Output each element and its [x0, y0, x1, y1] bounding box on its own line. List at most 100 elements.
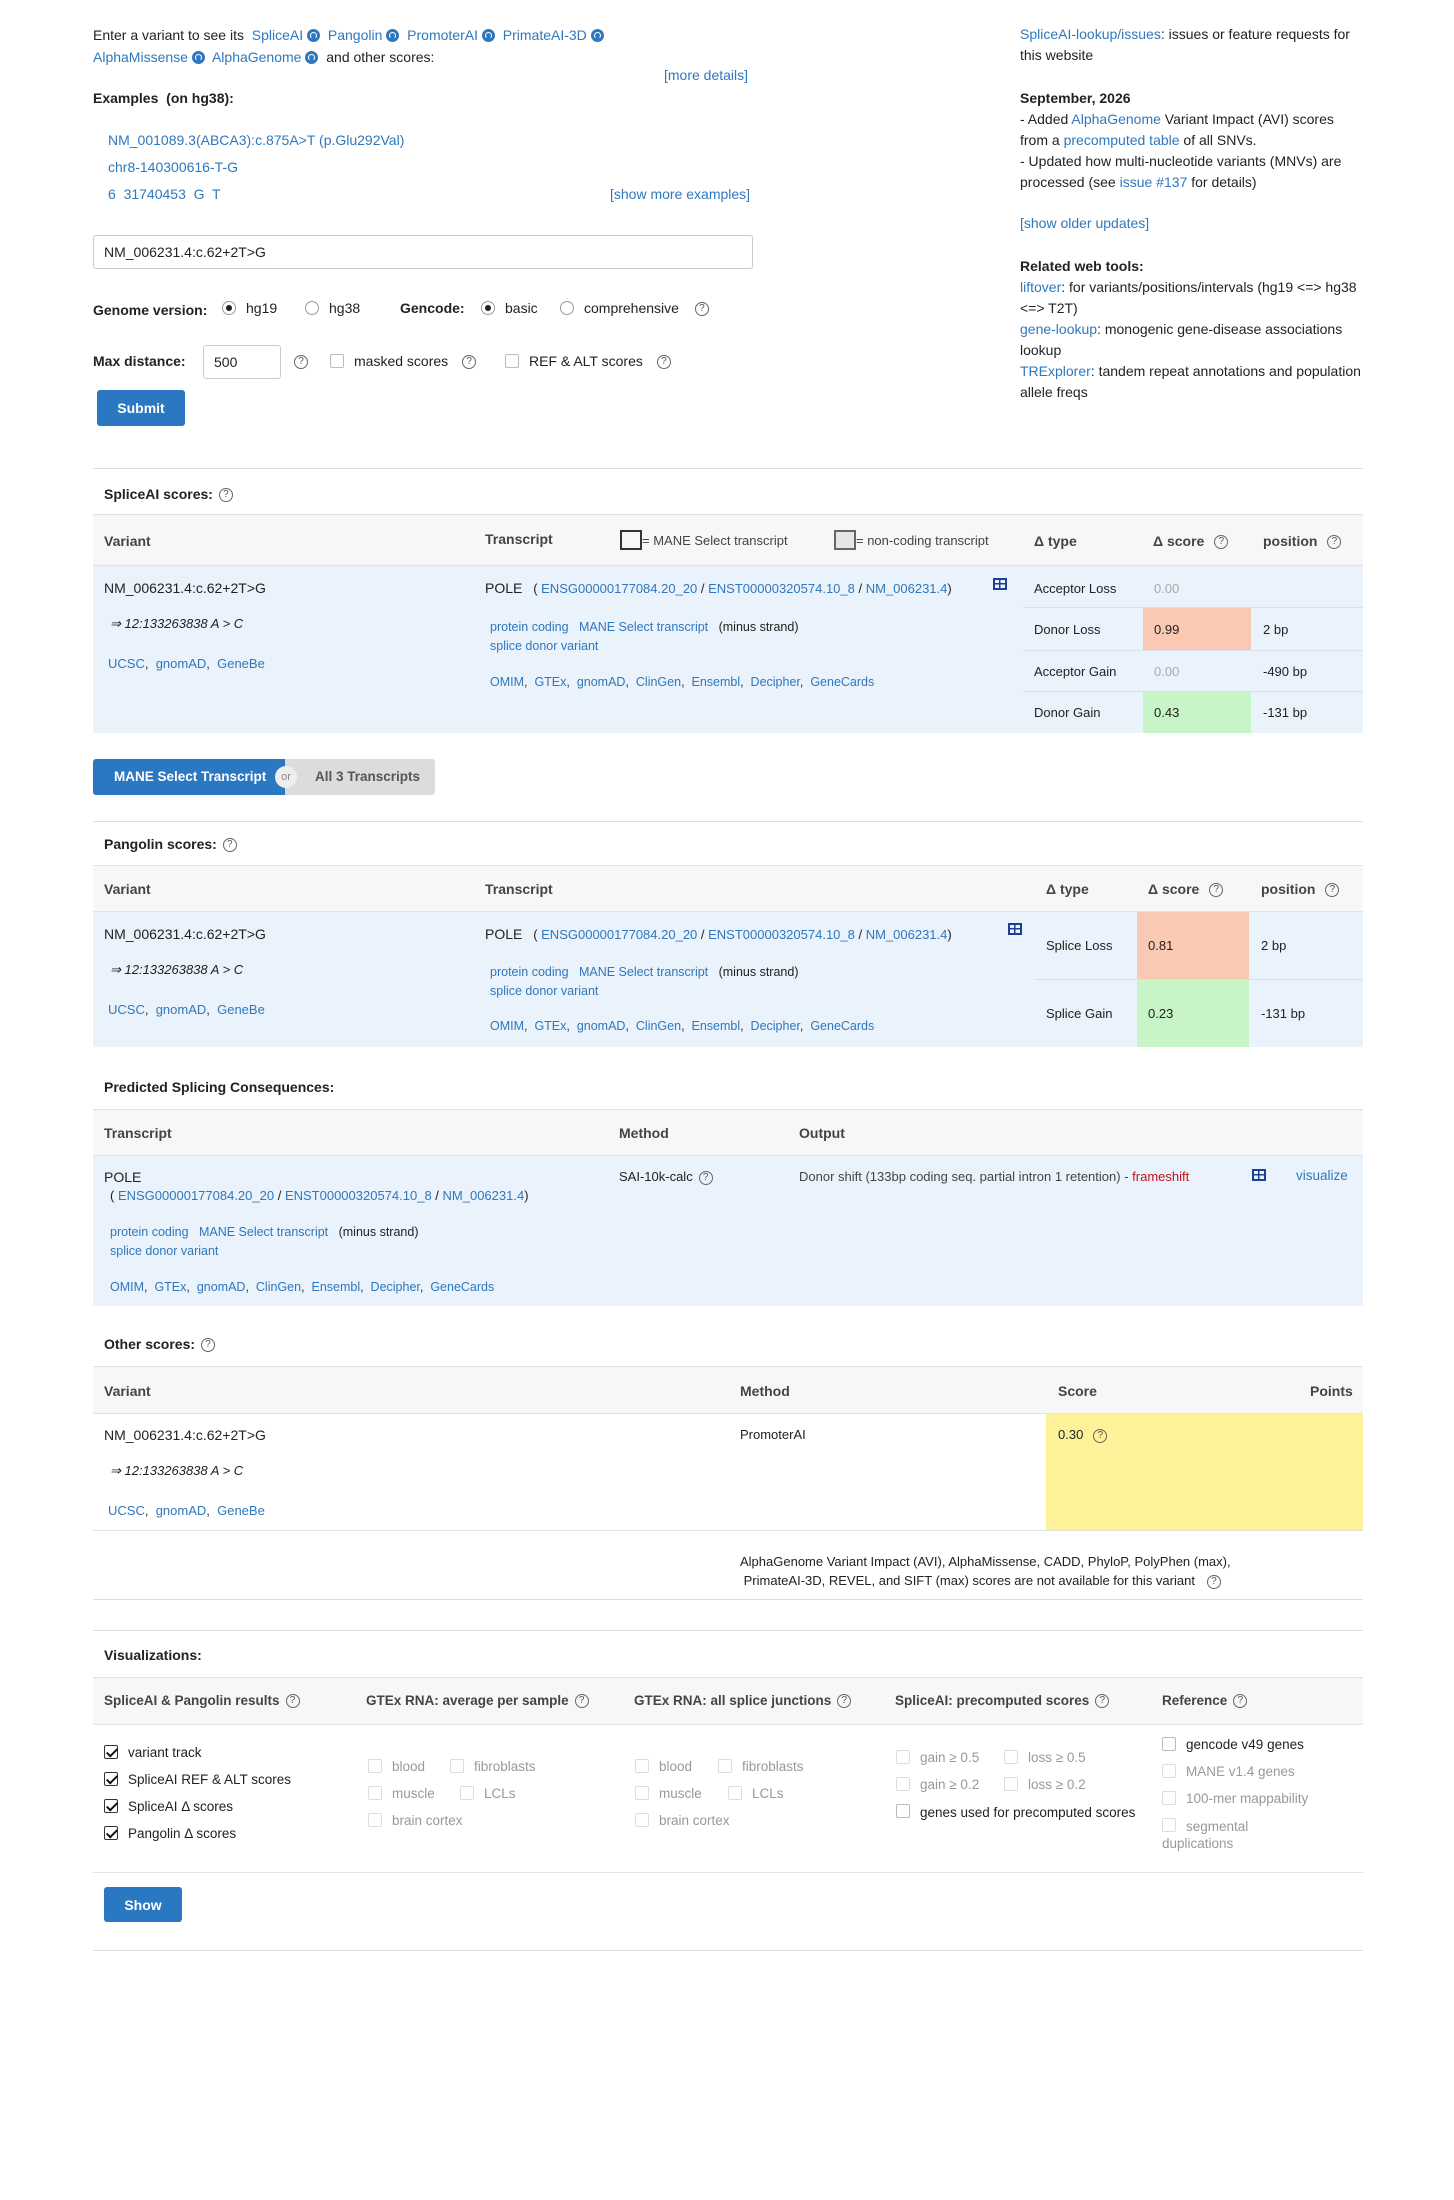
consequence-link[interactable]: splice donor variant: [110, 1244, 218, 1258]
viz-checkbox-gtex-sj-blood[interactable]: blood: [635, 1759, 692, 1774]
viz-checkbox-gencode-genes[interactable]: gencode v49 genes: [1162, 1737, 1304, 1752]
viz-checkbox-pangolin-delta[interactable]: Pangolin Δ scores: [104, 1826, 236, 1841]
all-transcripts-toggle-button[interactable]: All 3 Transcripts: [285, 759, 435, 795]
viz-checkbox-gain-02[interactable]: gain ≥ 0.2: [896, 1777, 979, 1792]
omim-link[interactable]: OMIM: [490, 675, 524, 689]
ref-alt-scores-checkbox[interactable]: REF & ALT scores?: [505, 353, 671, 370]
biotype-link[interactable]: protein coding: [110, 1225, 189, 1239]
refseq-link[interactable]: NM_006231.4: [866, 581, 948, 596]
omim-link[interactable]: OMIM: [110, 1280, 144, 1294]
help-icon[interactable]: ?: [1327, 535, 1342, 550]
gene-lookup-link[interactable]: gene-lookup: [1020, 321, 1097, 337]
help-icon[interactable]: ?: [222, 838, 237, 853]
gnomad-link[interactable]: gnomAD: [156, 1002, 207, 1017]
viz-checkbox-mane-genes[interactable]: MANE v1.4 genes: [1162, 1764, 1295, 1779]
example-link[interactable]: NM_001089.3(ABCA3):c.875A>T (p.Glu292Val…: [108, 132, 404, 148]
gnomad-gene-link[interactable]: gnomAD: [577, 1019, 626, 1033]
tool-link-spliceai[interactable]: SpliceAI: [252, 27, 303, 43]
table-icon[interactable]: [1008, 923, 1022, 935]
gtex-link[interactable]: GTEx: [534, 675, 566, 689]
biotype-link[interactable]: protein coding: [490, 620, 569, 634]
show-more-examples-link[interactable]: [show more examples]: [610, 186, 750, 202]
tool-link-alphagenome[interactable]: AlphaGenome: [212, 49, 302, 65]
more-details-link[interactable]: [more details]: [664, 67, 748, 83]
github-icon[interactable]: [307, 29, 321, 42]
help-icon[interactable]: ?: [1233, 1694, 1248, 1709]
viz-checkbox-spliceai-ref-alt[interactable]: SpliceAI REF & ALT scores: [104, 1772, 291, 1787]
decipher-link[interactable]: Decipher: [751, 1019, 800, 1033]
mane-link[interactable]: MANE Select transcript: [579, 620, 708, 634]
enst-link[interactable]: ENST00000320574.10_8: [285, 1188, 432, 1203]
help-icon[interactable]: ?: [837, 1694, 852, 1709]
issues-link[interactable]: SpliceAI-lookup/issues: [1020, 26, 1161, 42]
viz-checkbox-spliceai-delta[interactable]: SpliceAI Δ scores: [104, 1799, 233, 1814]
genome-hg19-radio[interactable]: hg19: [222, 300, 277, 316]
gnomad-gene-link[interactable]: gnomAD: [577, 675, 626, 689]
github-icon[interactable]: [590, 29, 604, 42]
viz-checkbox-gtex-sj-brain[interactable]: brain cortex: [635, 1813, 730, 1828]
mane-link[interactable]: MANE Select transcript: [199, 1225, 328, 1239]
visualize-link[interactable]: visualize: [1296, 1168, 1348, 1183]
example-link[interactable]: 6 31740453 G T: [108, 186, 221, 202]
viz-checkbox-loss-05[interactable]: loss ≥ 0.5: [1004, 1750, 1086, 1765]
viz-checkbox-gtex-sj-lcls[interactable]: LCLs: [728, 1786, 784, 1801]
ucsc-link[interactable]: UCSC: [108, 656, 145, 671]
mane-select-toggle-button[interactable]: MANE Select Transcript: [93, 759, 285, 795]
github-icon[interactable]: [386, 29, 400, 42]
masked-scores-checkbox[interactable]: masked scores?: [330, 353, 477, 370]
submit-button[interactable]: Submit: [97, 390, 185, 426]
ensembl-link[interactable]: Ensembl: [691, 675, 740, 689]
tool-link-alphamissense[interactable]: AlphaMissense: [93, 49, 188, 65]
viz-checkbox-gtex-avg-lcls[interactable]: LCLs: [460, 1786, 516, 1801]
gtex-link[interactable]: GTEx: [154, 1280, 186, 1294]
consequence-link[interactable]: splice donor variant: [490, 639, 598, 653]
viz-checkbox-loss-02[interactable]: loss ≥ 0.2: [1004, 1777, 1086, 1792]
clingen-link[interactable]: ClinGen: [256, 1280, 301, 1294]
precomputed-table-link[interactable]: precomputed table: [1064, 132, 1180, 148]
gencode-comprehensive-radio[interactable]: comprehensive?: [560, 300, 709, 317]
help-icon[interactable]: ?: [574, 1694, 589, 1709]
refseq-link[interactable]: NM_006231.4: [443, 1188, 525, 1203]
show-older-updates-link[interactable]: [show older updates]: [1020, 215, 1149, 231]
table-icon[interactable]: [1252, 1169, 1266, 1181]
viz-checkbox-gtex-avg-blood[interactable]: blood: [368, 1759, 425, 1774]
enst-link[interactable]: ENST00000320574.10_8: [708, 581, 855, 596]
tool-link-pangolin[interactable]: Pangolin: [328, 27, 383, 43]
help-icon[interactable]: ?: [218, 488, 233, 503]
ensg-link[interactable]: ENSG00000177084.20_20: [541, 927, 697, 942]
trexplorer-link[interactable]: TRExplorer: [1020, 363, 1091, 379]
variant-input[interactable]: NM_006231.4:c.62+2T>G: [93, 235, 753, 269]
enst-link[interactable]: ENST00000320574.10_8: [708, 927, 855, 942]
genome-hg38-radio[interactable]: hg38: [305, 300, 360, 316]
help-icon[interactable]: ?: [1095, 1694, 1110, 1709]
omim-link[interactable]: OMIM: [490, 1019, 524, 1033]
help-icon[interactable]: ?: [201, 1338, 216, 1353]
alphagenome-link[interactable]: AlphaGenome: [1071, 111, 1161, 127]
gencode-basic-radio[interactable]: basic: [481, 300, 538, 316]
gnomad-gene-link[interactable]: gnomAD: [197, 1280, 246, 1294]
ensg-link[interactable]: ENSG00000177084.20_20: [541, 581, 697, 596]
table-icon[interactable]: [993, 578, 1007, 590]
viz-checkbox-precomputed-genes[interactable]: genes used for precomputed scores: [896, 1804, 1136, 1821]
gnomad-link[interactable]: gnomAD: [156, 656, 207, 671]
genebe-link[interactable]: GeneBe: [217, 1503, 265, 1518]
help-icon[interactable]: ?: [1209, 883, 1224, 898]
help-icon[interactable]: ?: [1325, 883, 1340, 898]
viz-checkbox-segdups[interactable]: segmental duplications: [1162, 1818, 1312, 1852]
issue-137-link[interactable]: issue #137: [1120, 174, 1188, 190]
tool-link-promoterai[interactable]: PromoterAI: [407, 27, 478, 43]
clingen-link[interactable]: ClinGen: [636, 675, 681, 689]
show-visualizations-button[interactable]: Show: [104, 1887, 182, 1922]
ensembl-link[interactable]: Ensembl: [311, 1280, 360, 1294]
viz-checkbox-variant-track[interactable]: variant track: [104, 1745, 202, 1760]
help-icon[interactable]: ?: [462, 355, 477, 370]
viz-checkbox-gtex-sj-muscle[interactable]: muscle: [635, 1786, 702, 1801]
genebe-link[interactable]: GeneBe: [217, 656, 265, 671]
mane-link[interactable]: MANE Select transcript: [579, 965, 708, 979]
liftover-link[interactable]: liftover: [1020, 279, 1061, 295]
help-icon[interactable]: ?: [294, 355, 308, 369]
decipher-link[interactable]: Decipher: [371, 1280, 420, 1294]
help-icon[interactable]: ?: [698, 1170, 713, 1185]
ucsc-link[interactable]: UCSC: [108, 1002, 145, 1017]
help-icon[interactable]: ?: [1206, 1574, 1221, 1589]
